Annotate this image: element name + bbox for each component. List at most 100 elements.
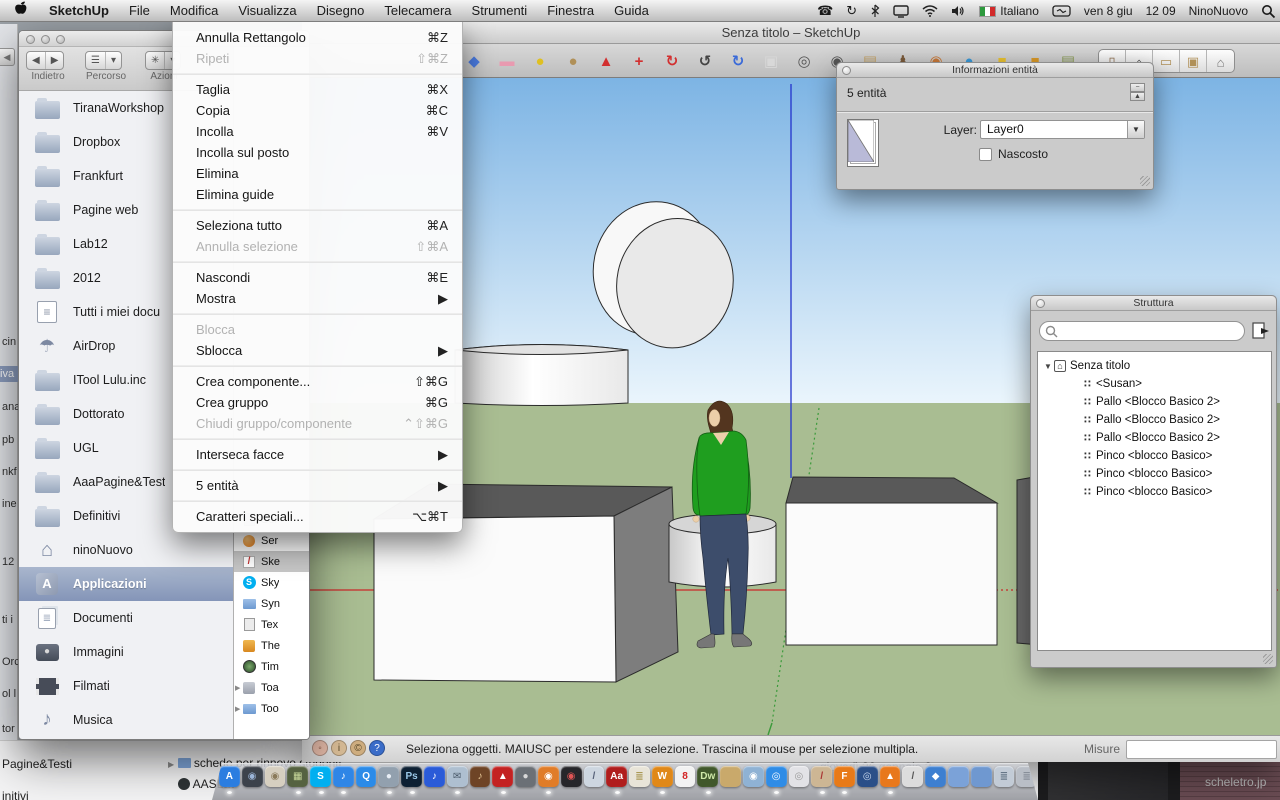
app-row-tim[interactable]: Tim	[234, 656, 310, 677]
menu-separator[interactable]	[173, 209, 462, 211]
cylinder-standing[interactable]	[455, 345, 628, 406]
outliner-root-row[interactable]: ▼ Senza titolo	[1038, 357, 1271, 375]
outliner-title-bar[interactable]: Struttura	[1031, 296, 1276, 311]
dock-ical-icon[interactable]: 8	[675, 766, 696, 787]
credits-icon[interactable]: ©	[350, 740, 366, 756]
menu-item-incolla-sul-posto[interactable]: Incolla sul posto	[173, 142, 462, 163]
fragment-ine[interactable]: ine	[2, 496, 18, 512]
dock-preview-icon[interactable]: ◉	[743, 766, 764, 787]
dock-garageband-icon[interactable]: ♪	[470, 766, 491, 787]
dock-timemachine-icon[interactable]: ◎	[857, 766, 878, 787]
view-box-button[interactable]: ▣	[1180, 50, 1207, 73]
menu-item-taglia[interactable]: Taglia ⌘X	[173, 79, 462, 100]
panel-collapse-widget[interactable]: −▲	[1130, 83, 1145, 103]
menu-item-elimina-guide[interactable]: Elimina guide	[173, 184, 462, 205]
dock-firefox-icon[interactable]: F	[834, 766, 855, 787]
spotlight-icon[interactable]	[1261, 4, 1276, 19]
entity-info-title-bar[interactable]: Informazioni entità	[837, 63, 1153, 78]
menu-item-chiudi-gruppo[interactable]: Chiudi gruppo/componente ⌃⇧⌘G	[173, 413, 462, 434]
paint-bucket-tool[interactable]: ●	[561, 48, 585, 74]
outliner-item-pallo-3[interactable]: Pallo <Blocco Basico 2>	[1038, 429, 1271, 447]
dock-photoshop-icon[interactable]: Ps	[401, 766, 422, 787]
fragment-ti-i[interactable]: ti i	[2, 612, 18, 628]
menu-separator[interactable]	[173, 313, 462, 315]
dock-folder-tan-icon[interactable]	[720, 766, 741, 787]
menu-item-nascondi[interactable]: Nascondi ⌘E	[173, 267, 462, 288]
app-row-toa[interactable]: Toa	[234, 677, 310, 698]
fragment-iva[interactable]: iva	[0, 366, 18, 382]
eraser-tool[interactable]: ▬	[495, 48, 519, 74]
wifi-icon[interactable]	[922, 5, 938, 17]
dock-stack-icon[interactable]: ≣	[994, 766, 1015, 787]
menu-item-annulla-rettangolo[interactable]: Annulla Rettangolo ⌘Z	[173, 27, 462, 48]
dock-system-icon[interactable]: ◉	[242, 766, 263, 787]
app-row-too[interactable]: Too	[234, 698, 310, 719]
dock-pages-icon[interactable]: /	[584, 766, 605, 787]
sidebar-item-immagini[interactable]: Immagini	[19, 635, 233, 669]
sidebar-item-documenti[interactable]: Documenti	[19, 601, 233, 635]
dock-safari-icon[interactable]: ◎	[766, 766, 787, 787]
fragment-pb[interactable]: pb	[2, 432, 18, 448]
dock-composer-icon[interactable]: /	[902, 766, 923, 787]
orbit-tool[interactable]: ↻	[726, 48, 750, 74]
fragment-12[interactable]: 12	[2, 554, 18, 570]
back-icon[interactable]: ◀	[27, 52, 46, 69]
dock-folder-blue-icon[interactable]	[948, 766, 969, 787]
menubar-clock[interactable]: 12 09	[1146, 4, 1176, 18]
menubar-item-sketchup[interactable]: SketchUp	[39, 0, 119, 22]
panel-close-button[interactable]	[842, 66, 851, 75]
dock-launchpad-icon[interactable]: ●	[378, 766, 399, 787]
sidebar-item-applicazioni[interactable]: Applicazioni	[19, 567, 233, 601]
bluetooth-icon[interactable]	[870, 4, 880, 18]
dock-sketchup-icon[interactable]: /	[811, 766, 832, 787]
display-icon[interactable]	[893, 5, 909, 18]
fragment-tor[interactable]: tor	[2, 721, 18, 737]
dropdown-arrow-icon[interactable]: ▼	[1127, 121, 1144, 138]
menu-separator[interactable]	[173, 261, 462, 263]
pan-tool[interactable]: ▣	[759, 48, 783, 74]
input-language-item[interactable]: Italiano	[979, 4, 1039, 18]
menu-item-crea-gruppo[interactable]: Crea gruppo ⌘G	[173, 392, 462, 413]
sync-icon[interactable]: ↻	[846, 3, 857, 19]
outliner-item-pinco-1[interactable]: Pinco <blocco Basico>	[1038, 447, 1271, 465]
dock-camera-icon[interactable]: ◉	[561, 766, 582, 787]
dock-skype-icon[interactable]: S	[310, 766, 331, 787]
menubar-user[interactable]: NinoNuovo	[1189, 4, 1248, 18]
outliner-item-pallo-2[interactable]: Pallo <Blocco Basico 2>	[1038, 411, 1271, 429]
dock-ichat-icon[interactable]: ◆	[925, 766, 946, 787]
help-icon[interactable]: ?	[369, 740, 385, 756]
close-button[interactable]	[26, 35, 35, 44]
menu-separator[interactable]	[173, 469, 462, 471]
dock-quicktime-icon[interactable]: Q	[356, 766, 377, 787]
follow-me-tool[interactable]: ↺	[693, 48, 717, 74]
fragment-cin[interactable]: cin	[2, 334, 18, 350]
outliner-item-pallo-1[interactable]: Pallo <Blocco Basico 2>	[1038, 393, 1271, 411]
menubar-item-finestra[interactable]: Finestra	[537, 0, 604, 22]
menu-separator[interactable]	[173, 365, 462, 367]
fragment-ol-l[interactable]: ol l	[2, 686, 18, 702]
panel-close-button[interactable]	[1036, 299, 1045, 308]
dock-notes-icon[interactable]: ≣	[629, 766, 650, 787]
app-row-syn[interactable]: Syn	[234, 593, 310, 614]
move-tool[interactable]: +	[627, 48, 651, 74]
menubar-item-telecamera[interactable]: Telecamera	[374, 0, 461, 22]
menu-item-crea-componente[interactable]: Crea componente... ⇧⌘G	[173, 371, 462, 392]
dock-dreamweaver-icon[interactable]: Dw	[697, 766, 718, 787]
dock-aperture-icon[interactable]: ◉	[538, 766, 559, 787]
resize-grip[interactable]	[1263, 654, 1273, 664]
dock-music-icon[interactable]: ♪	[424, 766, 445, 787]
box-right[interactable]	[786, 477, 997, 645]
menu-item-incolla[interactable]: Incolla ⌘V	[173, 121, 462, 142]
fragment-orc[interactable]: Orc	[2, 654, 18, 670]
menubar-item-strumenti[interactable]: Strumenti	[462, 0, 538, 22]
menu-item-ripeti[interactable]: Ripeti ⇧⌘Z	[173, 48, 462, 69]
app-row-ser2[interactable]: Ser	[234, 530, 310, 551]
select-tool[interactable]: ◆	[462, 48, 486, 74]
outliner-filter-button[interactable]	[1250, 320, 1270, 342]
info-icon[interactable]: i	[331, 740, 347, 756]
menu-item-blocca[interactable]: Blocca	[173, 319, 462, 340]
dock-dvd-icon[interactable]: ◎	[789, 766, 810, 787]
dock-writer-icon[interactable]: W	[652, 766, 673, 787]
app-row-the[interactable]: The	[234, 635, 310, 656]
dock-app-store-icon[interactable]: A	[219, 766, 240, 787]
